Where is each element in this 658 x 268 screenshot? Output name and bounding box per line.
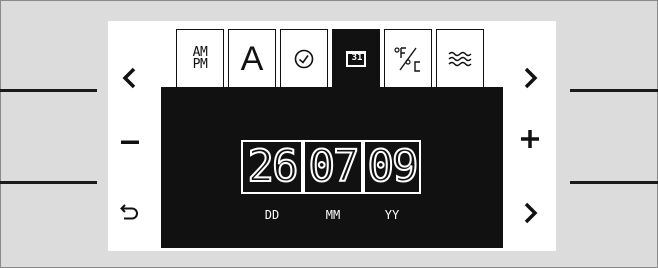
tab-heat[interactable]	[436, 29, 484, 89]
heat-waves-icon	[448, 51, 472, 67]
month-field[interactable]: 07	[303, 140, 363, 194]
letter-a-icon: A	[240, 40, 264, 78]
previous-button[interactable]	[110, 58, 150, 98]
confirm-button[interactable]	[510, 193, 550, 233]
date-display: 26 07 09 DD MM YY	[161, 87, 503, 248]
fahrenheit-celsius-icon	[394, 47, 420, 72]
back-arrow-icon	[120, 204, 138, 220]
chevron-right-icon	[524, 202, 538, 224]
back-button[interactable]	[110, 191, 150, 231]
tab-font[interactable]: A	[228, 29, 276, 89]
tab-calendar[interactable]: 31	[332, 29, 380, 89]
day-field[interactable]: 26	[241, 140, 303, 194]
month-unit-label: MM	[325, 208, 341, 222]
right-lower-line	[570, 181, 658, 184]
chevron-left-icon	[122, 67, 136, 89]
year-field[interactable]: 09	[363, 140, 421, 194]
tab-am-pm[interactable]: AM PM	[176, 29, 224, 89]
tab-clock[interactable]	[280, 29, 328, 89]
next-button[interactable]	[510, 58, 550, 98]
chevron-right-icon	[524, 67, 538, 89]
pm-label: PM	[192, 57, 208, 72]
plus-icon	[521, 130, 539, 148]
right-upper-line	[570, 89, 658, 92]
tab-units[interactable]	[384, 29, 432, 89]
day-value: 26	[247, 141, 300, 192]
minus-icon	[121, 140, 139, 144]
increase-button[interactable]	[510, 119, 550, 159]
day-unit-label: DD	[264, 208, 280, 222]
year-value: 09	[367, 141, 420, 192]
year-unit-label: YY	[384, 208, 400, 222]
control-panel: AM PM A 31 26 07 09 DD MM YY	[108, 21, 556, 251]
left-upper-line	[0, 89, 97, 92]
decrease-button[interactable]	[110, 122, 150, 162]
left-lower-line	[0, 181, 97, 184]
calendar-day-label: 31	[351, 53, 363, 63]
month-value: 07	[308, 141, 361, 192]
am-pm-icon: AM PM	[192, 46, 208, 72]
clock-icon	[294, 49, 314, 69]
